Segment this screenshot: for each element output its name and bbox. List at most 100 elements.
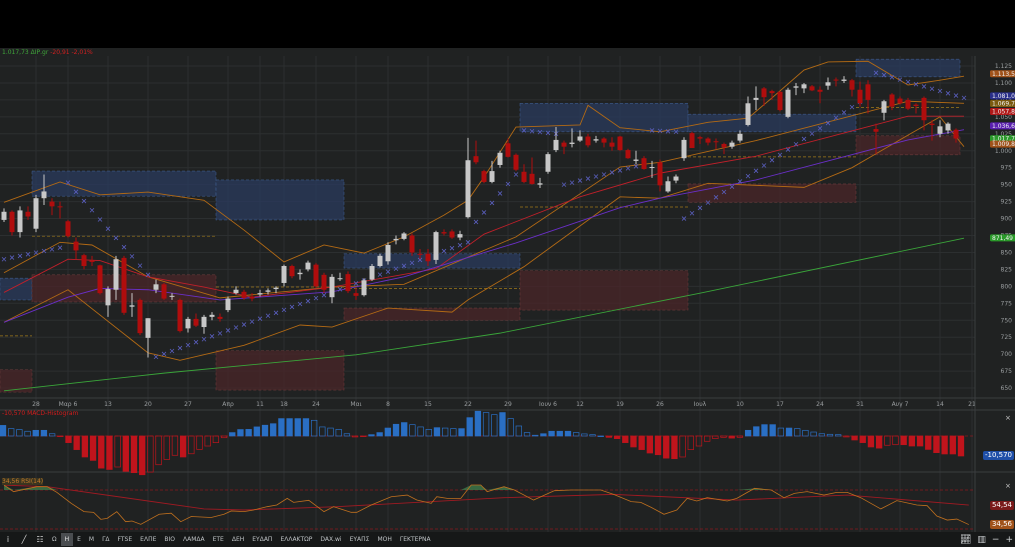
time-axis-label: 14 [936,401,944,408]
candle-body [737,133,743,141]
sar-marker [481,210,487,215]
time-axis-label: 19 [616,401,624,408]
time-axis-label: Απρ [222,401,234,408]
toolbar-symbol-6[interactable]: ΕΛΠΕ [136,533,160,546]
candle-body [769,91,775,94]
candle-body [729,142,735,147]
toolbar-symbol-5[interactable]: FTSE [114,533,137,546]
macd-bar [679,435,686,458]
candle-body [185,318,191,329]
macd-bar [949,435,956,455]
toolbar-symbol-7[interactable]: ΒΙΟ [160,533,179,546]
info-icon[interactable]: i [0,533,16,546]
candle-body [409,235,415,253]
toolbar-symbol-1[interactable]: Η [60,533,74,546]
macd-bar [540,433,547,437]
candle-body [545,154,551,172]
price-axis-label: 1.100 [995,80,1012,87]
candle-body [217,316,223,319]
macd-bar [884,435,891,446]
macd-bar [622,435,629,443]
rsi-close-button[interactable]: × [1005,482,1011,490]
line-chart-icon[interactable]: 📈︎ [960,535,971,545]
toolbar-symbol-2[interactable]: Ε [73,533,85,546]
candle-body [609,142,615,147]
macd-bar [130,435,138,474]
macd-bar [65,435,72,443]
toolbar-symbol-13[interactable]: DAX.wi [316,533,345,546]
macd-bar [646,435,654,454]
toolbar-symbol-3[interactable]: Μ [85,533,98,546]
toolbar-symbol-0[interactable]: Ω [48,533,61,546]
candle-body [153,284,159,290]
candle-body [497,152,503,165]
supply-zone [519,102,689,133]
macd-bar [73,435,80,450]
candle-body [721,143,727,148]
macd-bar [48,433,56,437]
supply-zone [0,277,33,301]
macd-bar [139,435,146,476]
time-axis-label: Ιουν 6 [539,401,557,408]
price-axis-label: 700 [1001,351,1013,358]
time-axis-label: Αυγ 7 [892,401,909,408]
sar-marker [57,245,63,250]
toolbar-symbol-10[interactable]: ΔΕΗ [228,533,248,546]
sar-marker [241,322,247,327]
toolbar-symbol-4[interactable]: ΓΔ [98,533,113,546]
price-tag-label: 1.081,02 [992,93,1015,100]
candle-body [585,136,591,146]
candle-body [401,233,407,239]
candle-body [849,80,855,90]
macd-bar [867,435,875,448]
sar-marker [849,104,855,110]
bar-chart-icon[interactable]: ▥ [977,535,986,545]
macd-bar [851,435,858,441]
zoom-in-button[interactable]: + [1005,535,1013,545]
price-tag-label: 1.113,5 [992,71,1015,78]
price-axis-label: 825 [1001,266,1013,273]
price-tag-label: 871,49 [992,235,1013,242]
candle-body [297,272,303,275]
toolbar-symbol-16[interactable]: ΓΕΚΤΕΡΝΑ [396,533,435,546]
rsi-label: 34,56 RSI(14) [2,478,44,485]
candle-body [945,123,951,131]
macd-bar [794,428,801,437]
candle-body [689,133,695,149]
layout-icon[interactable]: ☷ [32,533,48,546]
zoom-out-button[interactable]: − [992,535,1000,545]
toolbar-symbol-9[interactable]: ΕΤΕ [209,533,228,546]
candle-body [33,198,39,229]
candle-body [529,173,535,184]
candle-body [865,84,871,100]
chart-canvas[interactable]: 1.1251.1001.0751.0501.0251.0009759509259… [0,0,1015,547]
candle-body [289,266,295,277]
candle-body [353,293,359,296]
macd-bar [220,435,228,439]
macd-bar [613,435,621,439]
macd-bar [319,426,326,437]
toolbar-symbol-12[interactable]: ΕΛΛΑΚΤΩΡ [276,533,316,546]
candle-body [673,176,679,181]
candle-body [345,274,351,292]
candle-body [937,126,943,134]
sar-marker [929,86,935,92]
toolbar-symbol-11[interactable]: ΕΥΔΑΠ [248,533,276,546]
macd-bar [442,427,449,437]
macd-bar [581,433,588,437]
toolbar-symbol-8[interactable]: ΛΑΜΔΑ [179,533,209,546]
price-axis-label: 925 [1001,199,1013,206]
macd-bar [728,435,735,439]
rsi-line [3,484,969,525]
toolbar-symbol-14[interactable]: ΕΥΑΠΣ [346,533,374,546]
toolbar-symbol-15[interactable]: ΜΟΗ [373,533,395,546]
macd-close-button[interactable]: × [1005,414,1011,422]
pencil-icon[interactable]: ╱ [16,533,32,546]
candle-body [73,241,79,251]
macd-label: -10,570 MACD-Histogram [2,410,79,417]
sar-marker [137,263,143,268]
price-axis-label: 950 [1001,182,1013,189]
macd-bar [671,435,678,460]
time-axis-label: 31 [856,401,864,408]
macd-bar [179,435,187,458]
